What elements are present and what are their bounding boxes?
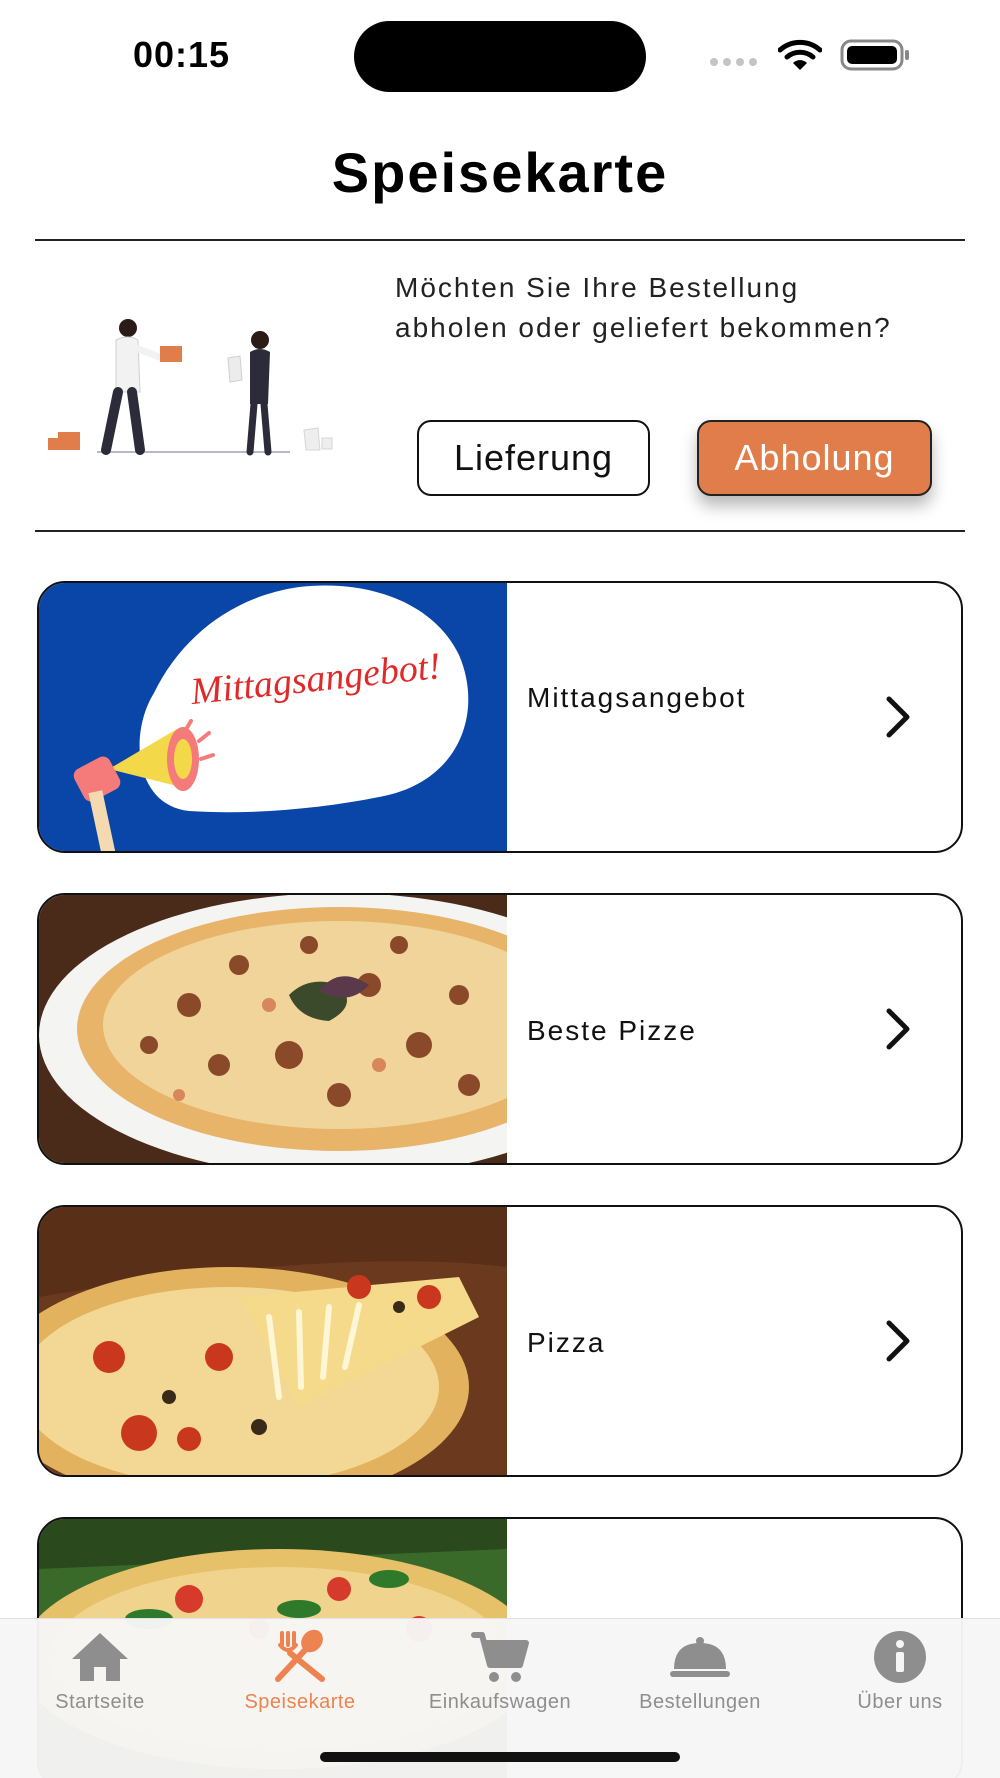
status-time: 00:15	[133, 34, 231, 75]
tab-label: Bestellungen	[639, 1691, 761, 1713]
tab-bestellungen[interactable]: Bestellungen	[610, 1627, 790, 1714]
category-label-mittagsangebot: Mittagsangebot	[527, 682, 747, 713]
tab-startseite[interactable]: Startseite	[10, 1627, 190, 1714]
divider-bottom	[35, 530, 965, 532]
status-bar: 00:15	[0, 0, 1000, 110]
dynamic-island	[354, 21, 646, 92]
pickup-button[interactable]: Abholung	[697, 420, 932, 496]
category-label-pizza: Pizza	[527, 1327, 606, 1358]
house-icon	[72, 1633, 128, 1681]
battery-icon	[840, 39, 909, 71]
delivery-question: Möchten Sie Ihre Bestellung abholen oder…	[395, 272, 892, 343]
category-card-mittagsangebot[interactable]: Mittagsangebot! Mittagsangebot	[37, 581, 963, 853]
cart-icon	[471, 1632, 529, 1682]
tab-label: Speisekarte	[244, 1691, 356, 1713]
category-label-beste-pizze: Beste Pizze	[527, 1015, 697, 1046]
home-indicator	[320, 1752, 680, 1762]
cellular-signal-icon	[710, 58, 757, 66]
cloche-icon	[670, 1637, 730, 1677]
divider-top	[35, 239, 965, 241]
tab-label: Einkaufswagen	[428, 1691, 572, 1713]
delivery-button[interactable]: Lieferung	[417, 420, 650, 496]
tab-label: Über uns	[857, 1691, 943, 1713]
tab-ueber-uns[interactable]: Über uns	[810, 1627, 990, 1714]
page-title: Speisekarte	[331, 141, 669, 204]
info-icon	[874, 1631, 926, 1683]
tab-einkaufswagen[interactable]: Einkaufswagen	[410, 1627, 590, 1714]
chevron-right-icon	[886, 1320, 910, 1362]
delivery-illustration	[48, 319, 333, 456]
category-image-mittagsangebot: Mittagsangebot!	[39, 583, 507, 851]
chevron-right-icon	[886, 696, 910, 738]
category-card-pizza[interactable]: Pizza	[37, 1205, 963, 1477]
chevron-right-icon	[886, 1008, 910, 1050]
tab-speisekarte[interactable]: Speisekarte	[210, 1627, 390, 1714]
wifi-icon	[778, 39, 822, 70]
tab-label: Startseite	[55, 1691, 145, 1713]
category-image-beste-pizze	[39, 895, 507, 1163]
category-card-beste-pizze[interactable]: Beste Pizze	[37, 893, 963, 1165]
fork-spoon-icon	[275, 1629, 325, 1682]
category-image-pizza	[39, 1207, 507, 1475]
